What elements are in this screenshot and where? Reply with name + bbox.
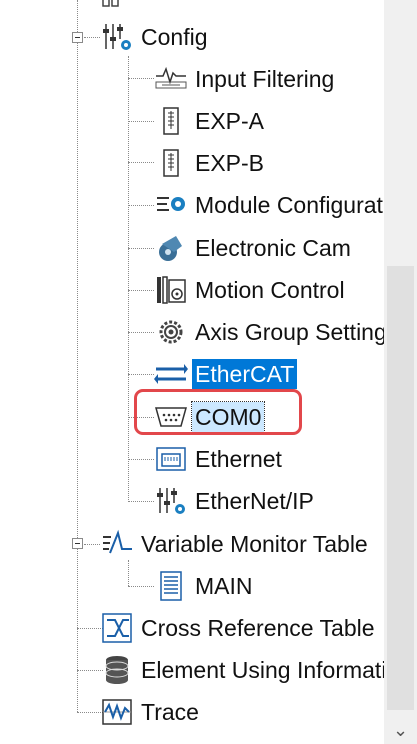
annotation-highlight-box [134, 389, 302, 435]
ethernet-ip-icon [154, 484, 188, 518]
tree-item-label: Trace [141, 699, 199, 725]
variable-monitor-collapse-toggle[interactable] [72, 538, 83, 549]
tree-item-label: Element Using Information [141, 657, 384, 683]
scroll-down-arrow-icon[interactable]: ⌄ [384, 716, 417, 744]
tree-item-label: EXP-B [195, 150, 265, 176]
table-list-icon [154, 569, 188, 603]
tree-item-label: EtherCAT [192, 359, 298, 389]
tree-item-element-using[interactable]: Element Using Information [100, 652, 384, 688]
tree-line-monitor [128, 560, 129, 586]
tree-line-h [128, 586, 154, 587]
project-tree: Config Input Filtering EXP-A EXP-B Modul… [0, 0, 384, 744]
ethercat-arrows-icon [154, 357, 188, 391]
database-icon [100, 653, 134, 687]
tree-item-input-filtering[interactable]: Input Filtering [154, 61, 337, 97]
vertical-scrollbar[interactable]: ⌄ [384, 0, 417, 744]
monitor-graph-icon [100, 527, 134, 561]
tree-item-label: Motion Control [195, 277, 345, 303]
tree-item-ethernet[interactable]: Ethernet [154, 441, 285, 477]
tree-line-h [84, 37, 100, 38]
tree-line-h [128, 459, 154, 460]
tree-line-h [128, 374, 154, 375]
trace-waveform-icon [100, 695, 134, 729]
config-sliders-gear-icon [100, 20, 134, 54]
tree-line-config [128, 56, 129, 502]
tree-item-exp-b[interactable]: EXP-B [154, 145, 267, 181]
tree-item-label: Electronic Cam [195, 235, 351, 261]
tree-item-label: Variable Monitor Table [141, 531, 368, 557]
tree-item-label: Config [141, 24, 208, 50]
tree-item-trace[interactable]: Trace [100, 694, 202, 730]
tree-item-label: Module Configuration [195, 192, 384, 218]
tree-item-label: EtherNet/IP [195, 488, 314, 514]
tree-item-ethernet-ip[interactable]: EtherNet/IP [154, 483, 317, 519]
tree-item-exp-a[interactable]: EXP-A [154, 103, 267, 139]
cross-reference-icon [100, 611, 134, 645]
tree-line-h [128, 501, 154, 502]
tree-item-label: MAIN [195, 573, 253, 599]
tree-item-motion-control[interactable]: Motion Control [154, 272, 348, 308]
tree-item-main[interactable]: MAIN [154, 568, 256, 604]
motion-control-icon [154, 273, 188, 307]
tree-item-config[interactable]: Config [100, 19, 210, 55]
tree-line-h [128, 332, 154, 333]
tree-item-module-config[interactable]: Module Configuration [154, 187, 384, 223]
tree-item-label: Cross Reference Table [141, 615, 375, 641]
tree-line-h [128, 162, 154, 163]
tree-item-label: EXP-A [195, 108, 265, 134]
axis-group-gear-icon [154, 315, 188, 349]
tree-line-root [77, 0, 78, 712]
tree-item-variable-monitor[interactable]: Variable Monitor Table [100, 526, 371, 562]
cam-icon [154, 231, 188, 265]
tree-item-label: Input Filtering [195, 66, 335, 92]
ethernet-port-icon [154, 442, 188, 476]
tree-item-label: Ethernet [195, 446, 282, 472]
tree-item-electronic-cam[interactable]: Electronic Cam [154, 230, 354, 266]
expansion-module-icon [154, 104, 188, 138]
tree-line-h [84, 544, 100, 545]
tree-item-ethercat[interactable]: EtherCAT [154, 356, 298, 392]
scrollbar-thumb[interactable] [387, 266, 414, 710]
tree-line-h [128, 205, 154, 206]
waveform-icon [154, 62, 188, 96]
partial-tree-item-icon [100, 0, 130, 15]
tree-item-label: Axis Group Setting [195, 319, 384, 345]
expansion-module-icon [154, 146, 188, 180]
tree-line-h [128, 78, 154, 79]
tree-item-axis-group-setting[interactable]: Axis Group Setting [154, 314, 384, 350]
tree-item-cross-reference[interactable]: Cross Reference Table [100, 610, 378, 646]
tree-line-h [128, 248, 154, 249]
tree-line-h [128, 121, 154, 122]
module-config-icon [154, 188, 188, 222]
tree-line-h [128, 290, 154, 291]
config-collapse-toggle[interactable] [72, 32, 83, 43]
